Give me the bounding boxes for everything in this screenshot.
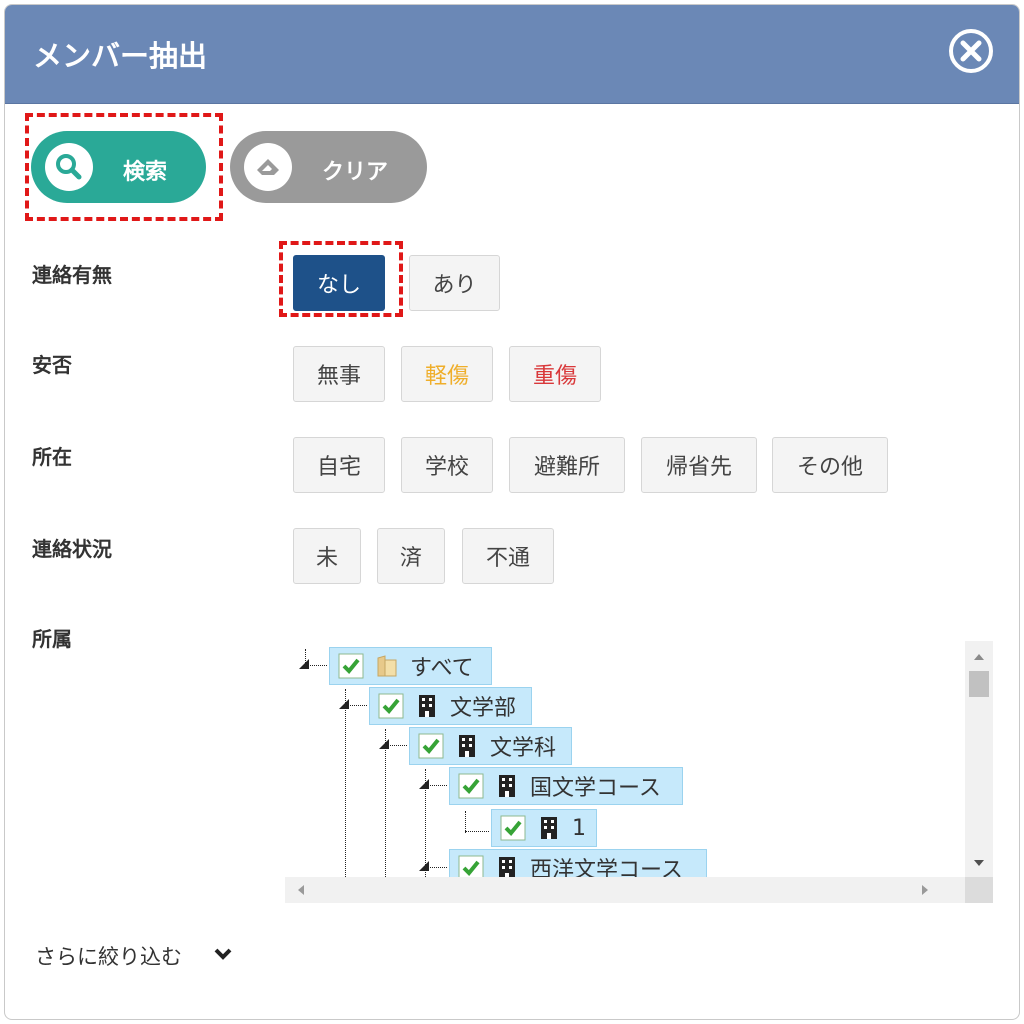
search-button[interactable]: 検索 [31,131,206,203]
tree-expander-icon[interactable] [379,739,389,749]
member-extract-modal: メンバー抽出 検索 クリア 連絡有無 なし あり 安否 無事 軽傷 重傷 所在 … [4,4,1020,1020]
checkbox-checked-icon[interactable] [458,773,484,799]
contact-label: 連絡有無 [32,263,112,287]
location-option-shelter[interactable]: 避難所 [509,437,625,493]
safety-label: 安否 [32,353,72,377]
affiliation-tree[interactable]: すべて 文学部 文学科 国文学コース 1 西洋文学コース [285,641,993,903]
building-icon [499,857,515,877]
tree-connector [345,689,346,877]
checkbox-checked-icon[interactable] [378,693,404,719]
checkbox-checked-icon[interactable] [338,653,364,679]
tree-node-label: 文学科 [490,736,557,761]
building-icon [499,775,515,797]
search-icon [45,143,93,191]
tree-connector [465,811,466,833]
location-option-hometown[interactable]: 帰省先 [641,437,757,493]
contact-status-label: 連絡状況 [32,537,112,561]
close-icon[interactable] [947,27,995,75]
modal-header: メンバー抽出 [5,5,1019,104]
checkbox-checked-icon[interactable] [458,855,484,877]
contact-option-none[interactable]: なし [293,255,385,311]
contact-status-option-unreachable[interactable]: 不通 [462,528,554,584]
building-icon [459,735,475,757]
checkbox-checked-icon[interactable] [500,815,526,841]
tree-node-label: 1 [572,815,586,841]
eraser-icon [244,143,292,191]
safety-option-safe[interactable]: 無事 [293,346,385,402]
contact-status-option-done[interactable]: 済 [377,528,445,584]
tree-node-western-lit-course[interactable]: 西洋文学コース [449,849,707,877]
tree-node-year-1[interactable]: 1 [491,809,597,847]
building-icon [419,695,435,717]
more-filters-label: さらに絞り込む [35,945,182,969]
scroll-corner [965,877,993,903]
scroll-left-icon[interactable] [291,877,311,903]
tree-vertical-scrollbar[interactable] [965,641,993,877]
tree-expander-icon[interactable] [419,861,429,871]
tree-node-all[interactable]: すべて [329,647,492,685]
location-option-school[interactable]: 学校 [401,437,493,493]
scroll-down-icon[interactable] [965,853,993,873]
checkbox-checked-icon[interactable] [418,733,444,759]
building-icon [541,817,557,839]
scroll-thumb[interactable] [969,671,989,697]
tree-expander-icon[interactable] [419,779,429,789]
location-label: 所在 [32,445,72,469]
tree-viewport: すべて 文学部 文学科 国文学コース 1 西洋文学コース [285,641,965,877]
clear-button[interactable]: クリア [230,131,427,203]
tree-node-label: 西洋文学コース [530,858,683,877]
safety-option-minor[interactable]: 軽傷 [401,346,493,402]
affiliation-label: 所属 [32,627,72,651]
contact-status-option-pending[interactable]: 未 [293,528,361,584]
tree-node-japanese-lit-course[interactable]: 国文学コース [449,767,683,805]
more-filters-toggle[interactable]: さらに絞り込む [35,941,232,971]
search-button-label: 検索 [123,160,168,185]
folder-icon [377,655,397,677]
tree-node-dept-literature[interactable]: 文学科 [409,727,572,765]
modal-title: メンバー抽出 [33,39,208,73]
safety-option-serious[interactable]: 重傷 [509,346,601,402]
tree-connector [465,831,489,832]
location-option-other[interactable]: その他 [772,437,888,493]
scroll-right-icon[interactable] [915,877,935,903]
chevron-down-icon [214,948,232,960]
clear-button-label: クリア [322,160,389,185]
tree-connector [385,729,386,877]
contact-option-yes[interactable]: あり [409,255,500,311]
tree-expander-icon[interactable] [339,699,349,709]
tree-expander-icon[interactable] [299,659,309,669]
tree-node-label: 国文学コース [530,776,661,801]
tree-node-label: すべて [410,656,474,681]
location-option-home[interactable]: 自宅 [293,437,385,493]
tree-node-label: 文学部 [450,696,517,721]
tree-horizontal-scrollbar[interactable] [285,877,965,903]
scroll-up-icon[interactable] [965,647,993,667]
tree-node-faculty-letters[interactable]: 文学部 [369,687,532,725]
